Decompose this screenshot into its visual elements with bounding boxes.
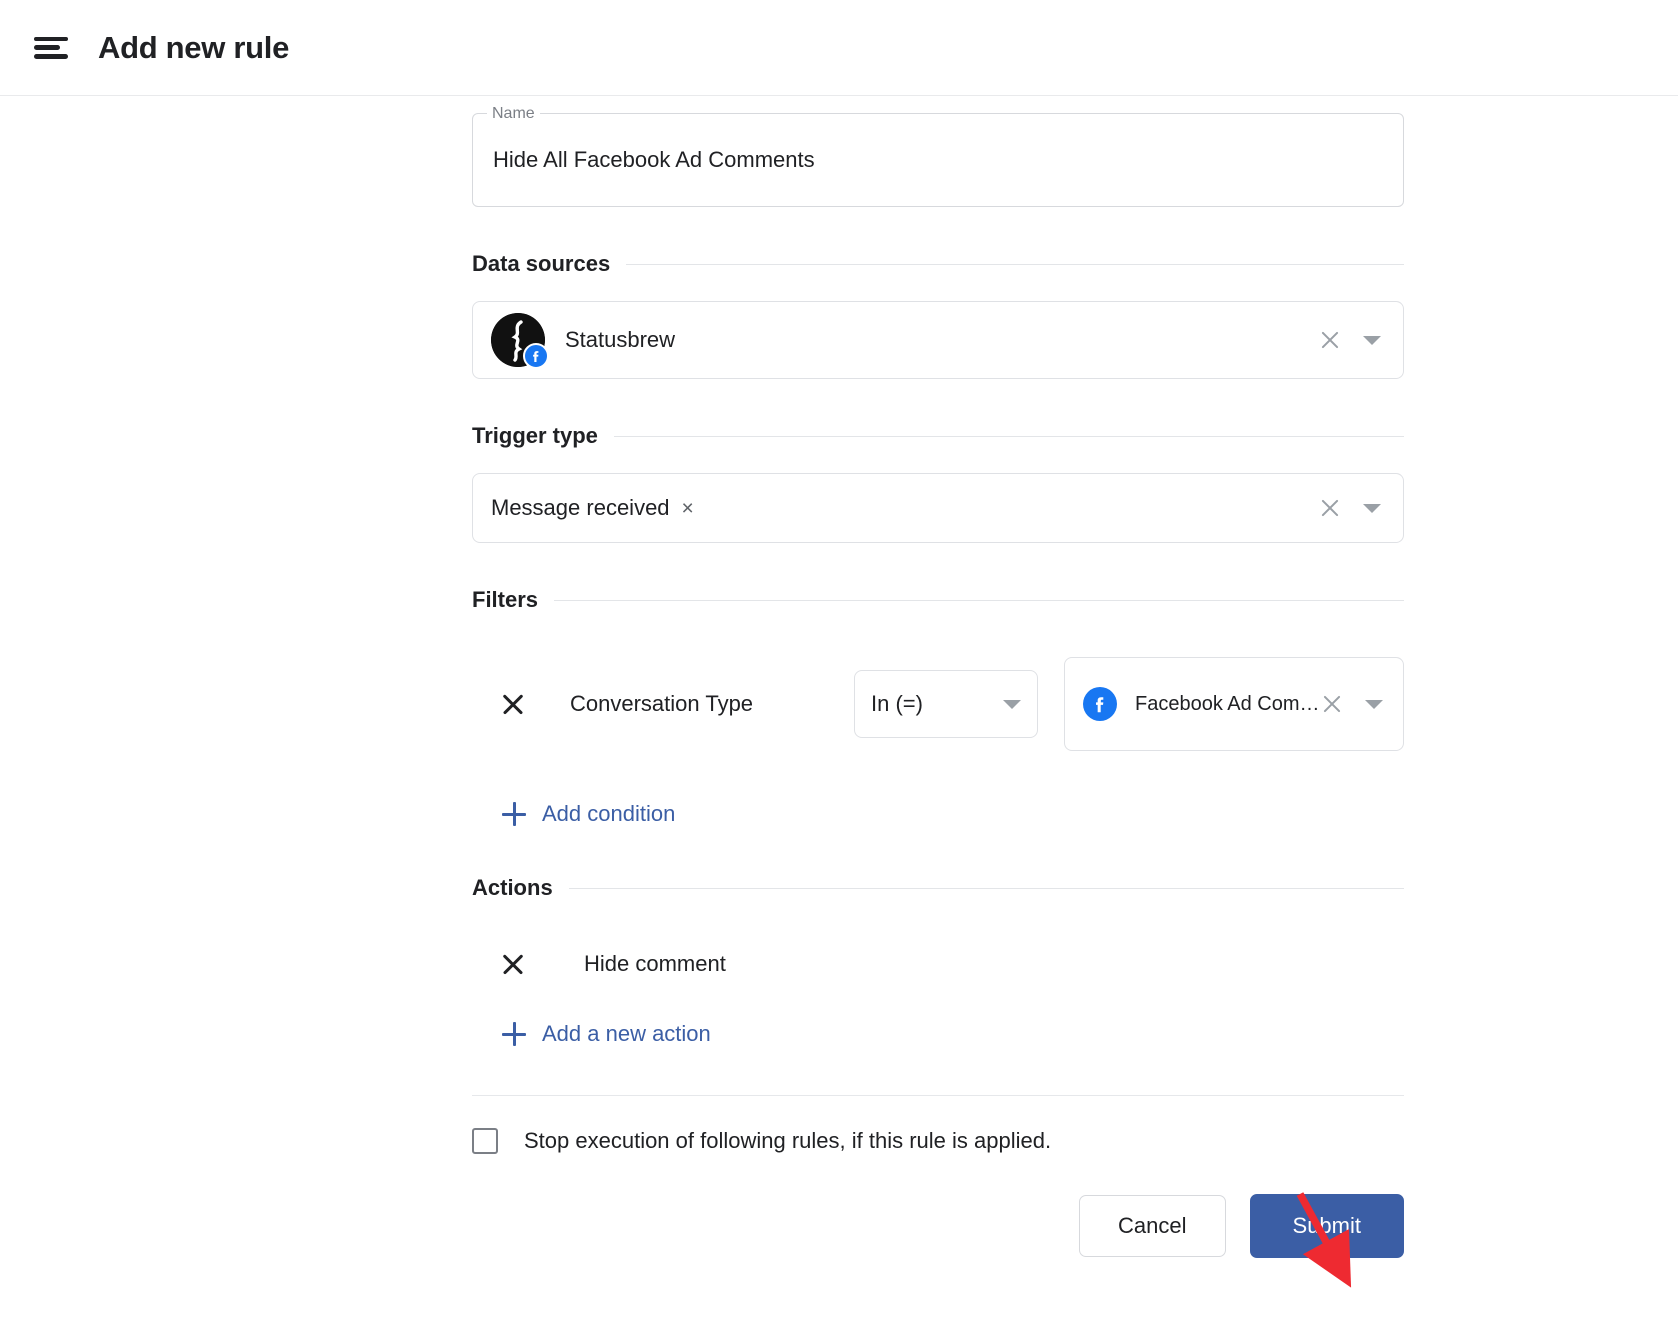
add-condition-button[interactable]: Add condition (502, 801, 675, 827)
data-sources-value: Statusbrew (491, 313, 1319, 369)
condition-operator-select[interactable]: In (=) (854, 670, 1038, 738)
hamburger-bar (34, 54, 68, 59)
trigger-type-title: Trigger type (472, 423, 598, 448)
filter-condition-row: Conversation Type In (=) Facebook Ad Com… (472, 657, 1404, 751)
close-icon[interactable]: × (682, 498, 694, 519)
condition-field-label: Conversation Type (570, 691, 754, 716)
trigger-type-section-header: Trigger type (472, 423, 1404, 449)
clear-icon[interactable] (1321, 693, 1343, 715)
submit-button[interactable]: Submit (1249, 1194, 1404, 1258)
clear-icon[interactable] (1319, 497, 1341, 519)
cancel-button[interactable]: Cancel (1079, 1195, 1226, 1257)
plus-icon (502, 1022, 526, 1046)
chevron-down-icon[interactable] (1363, 335, 1381, 345)
condition-value-label: Facebook Ad Comment (1135, 692, 1321, 715)
plus-icon (502, 802, 526, 826)
action-label: Hide comment (584, 951, 726, 976)
stop-execution-row: Stop execution of following rules, if th… (472, 1128, 1404, 1154)
page-body: Name Data sources (0, 96, 1678, 1343)
add-rule-form: Name Data sources (472, 104, 1404, 1258)
facebook-glyph (533, 351, 539, 362)
filters-title: Filters (472, 587, 539, 612)
trigger-chip: Message received × (491, 495, 694, 521)
hamburger-bar (34, 45, 60, 50)
actions-title: Actions (472, 875, 553, 900)
condition-value-chip: Facebook Ad Comment (1083, 687, 1321, 721)
stop-execution-checkbox[interactable] (472, 1128, 498, 1154)
data-sources-section-header: Data sources (472, 251, 1404, 277)
page-title: Add new rule (98, 29, 290, 65)
chevron-down-icon[interactable] (1363, 503, 1381, 513)
section-divider-line (554, 599, 1404, 601)
action-row: Hide comment (472, 951, 1404, 977)
stop-execution-label: Stop execution of following rules, if th… (524, 1128, 1052, 1153)
trigger-type-select[interactable]: Message received × (472, 473, 1404, 543)
remove-condition-icon[interactable] (500, 691, 526, 717)
hamburger-menu-icon[interactable] (34, 35, 68, 61)
trigger-chip-label: Message received (491, 495, 670, 520)
data-sources-title: Data sources (472, 251, 611, 276)
data-sources-select[interactable]: Statusbrew (472, 301, 1404, 379)
add-action-button[interactable]: Add a new action (502, 1021, 711, 1047)
name-input[interactable] (491, 146, 1385, 174)
name-field[interactable]: Name (472, 104, 1404, 207)
remove-action-icon[interactable] (500, 951, 526, 977)
name-field-label: Name (487, 104, 540, 124)
chevron-down-icon[interactable] (1365, 699, 1383, 709)
form-divider (472, 1095, 1404, 1096)
form-actions: Cancel Submit (472, 1194, 1404, 1258)
add-condition-label: Add condition (542, 801, 676, 826)
facebook-icon (523, 343, 549, 369)
trigger-type-value: Message received × (491, 495, 1319, 521)
actions-section-header: Actions (472, 875, 1404, 901)
hamburger-bar (34, 36, 68, 41)
facebook-glyph (1096, 697, 1104, 713)
condition-value-controls (1321, 693, 1387, 715)
section-divider-line (626, 263, 1404, 265)
trigger-type-controls (1319, 497, 1385, 519)
condition-value-select[interactable]: Facebook Ad Comment (1064, 657, 1404, 751)
data-sources-controls (1319, 329, 1385, 351)
filters-section-header: Filters (472, 587, 1404, 613)
section-divider-line (568, 887, 1404, 889)
add-action-label: Add a new action (542, 1021, 711, 1046)
app-header: Add new rule (0, 0, 1678, 96)
section-divider-line (613, 435, 1404, 437)
facebook-icon (1083, 687, 1117, 721)
data-source-name: Statusbrew (565, 327, 676, 352)
avatar (491, 313, 549, 369)
condition-operator-value: In (=) (871, 691, 923, 716)
clear-icon[interactable] (1319, 329, 1341, 351)
chevron-down-icon[interactable] (1003, 699, 1021, 709)
